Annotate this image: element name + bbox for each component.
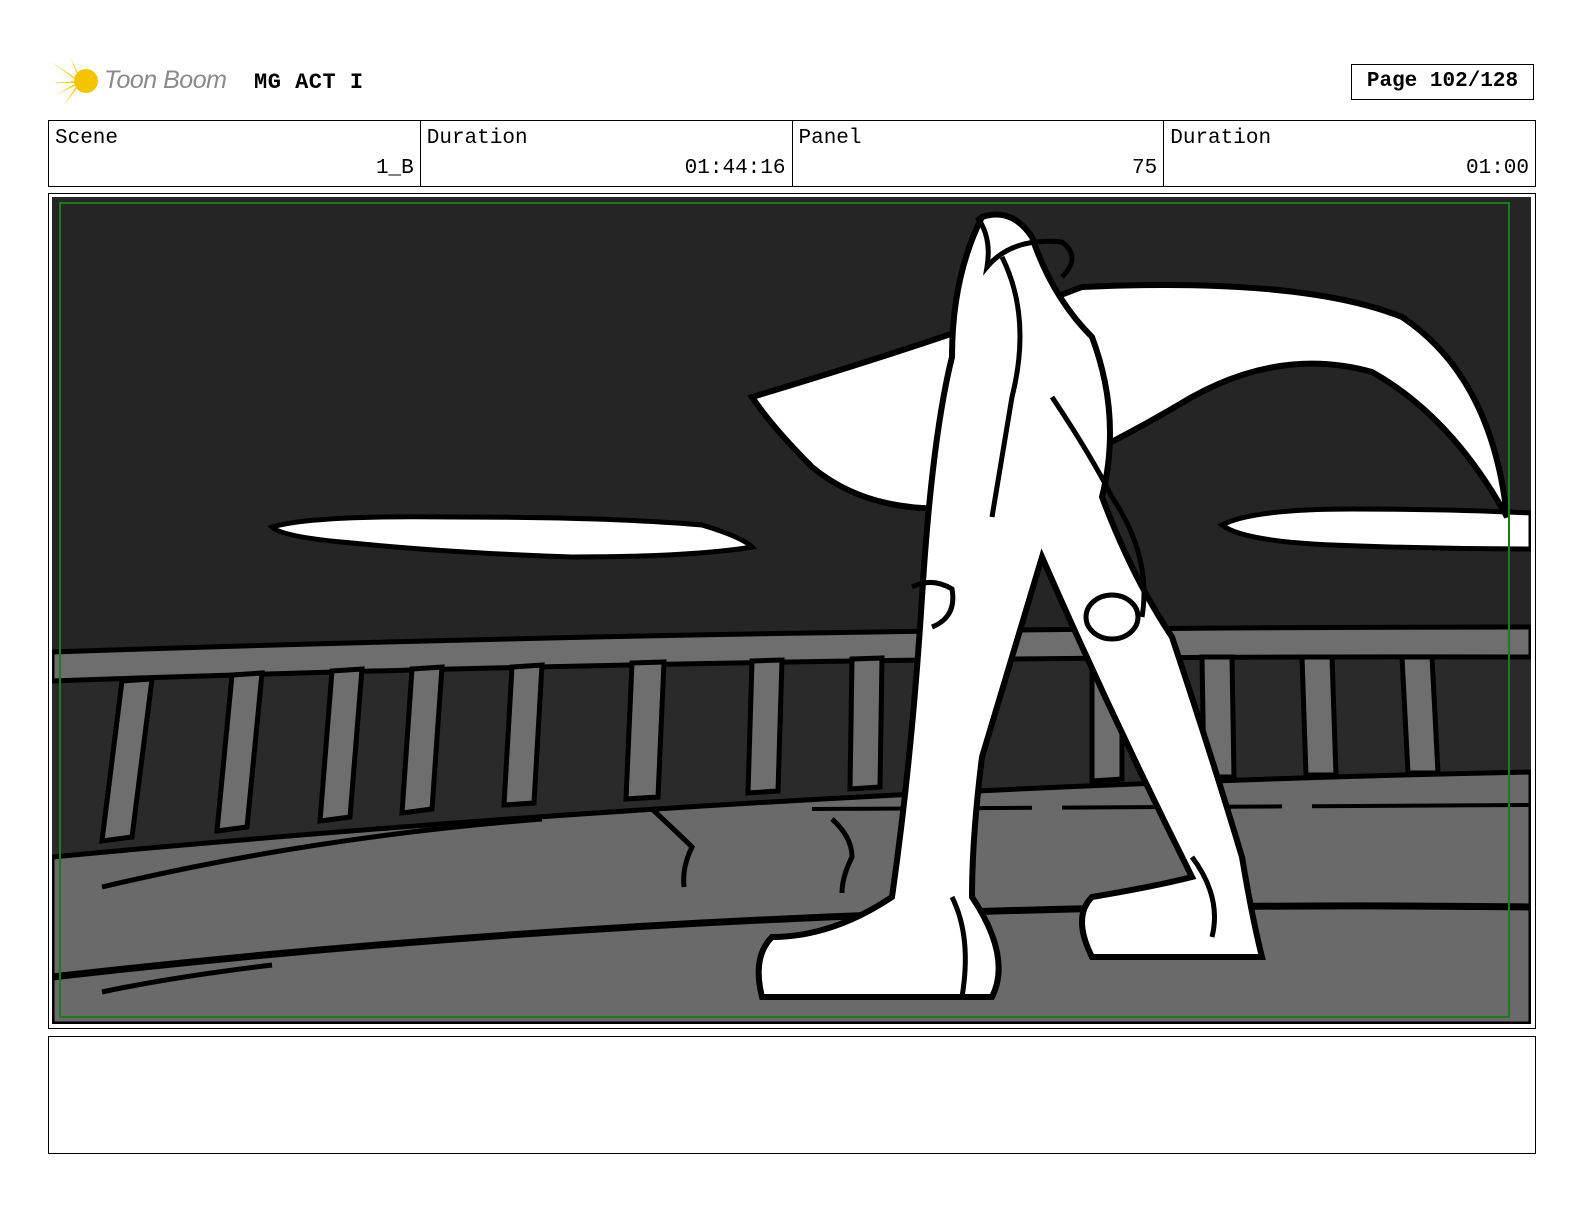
scene-duration-label: Duration: [426, 127, 528, 150]
panel-label: Panel: [798, 127, 862, 150]
panel-duration-value: 01:00: [1465, 157, 1529, 180]
info-bar: Scene 1_B Duration 01:44:16 Panel 75 Dur…: [48, 120, 1536, 187]
panel-cell: Panel 75: [793, 121, 1165, 186]
panel-duration-cell: Duration 01:00: [1164, 121, 1535, 186]
logo-text: Toon Boom: [104, 66, 227, 94]
panel-drawing: [52, 197, 1531, 1024]
scene-label: Scene: [55, 127, 119, 150]
panel-notes-text: [49, 1037, 1535, 1053]
panel-duration-label: Duration: [1170, 127, 1272, 150]
page-indicator: Page 102/128: [1351, 64, 1534, 100]
scene-cell: Scene 1_B: [49, 121, 421, 186]
project-title: MG ACT I: [254, 70, 364, 95]
scene-duration-value: 01:44:16: [684, 157, 786, 180]
scene-value: 1_B: [375, 157, 414, 180]
panel-value: 75: [1132, 157, 1158, 180]
scene-duration-cell: Duration 01:44:16: [421, 121, 793, 186]
storyboard-panel: [48, 193, 1536, 1029]
character-hand: [1083, 592, 1141, 642]
toon-boom-logo: Toon Boom: [50, 55, 240, 107]
panel-notes-box[interactable]: [48, 1036, 1536, 1154]
